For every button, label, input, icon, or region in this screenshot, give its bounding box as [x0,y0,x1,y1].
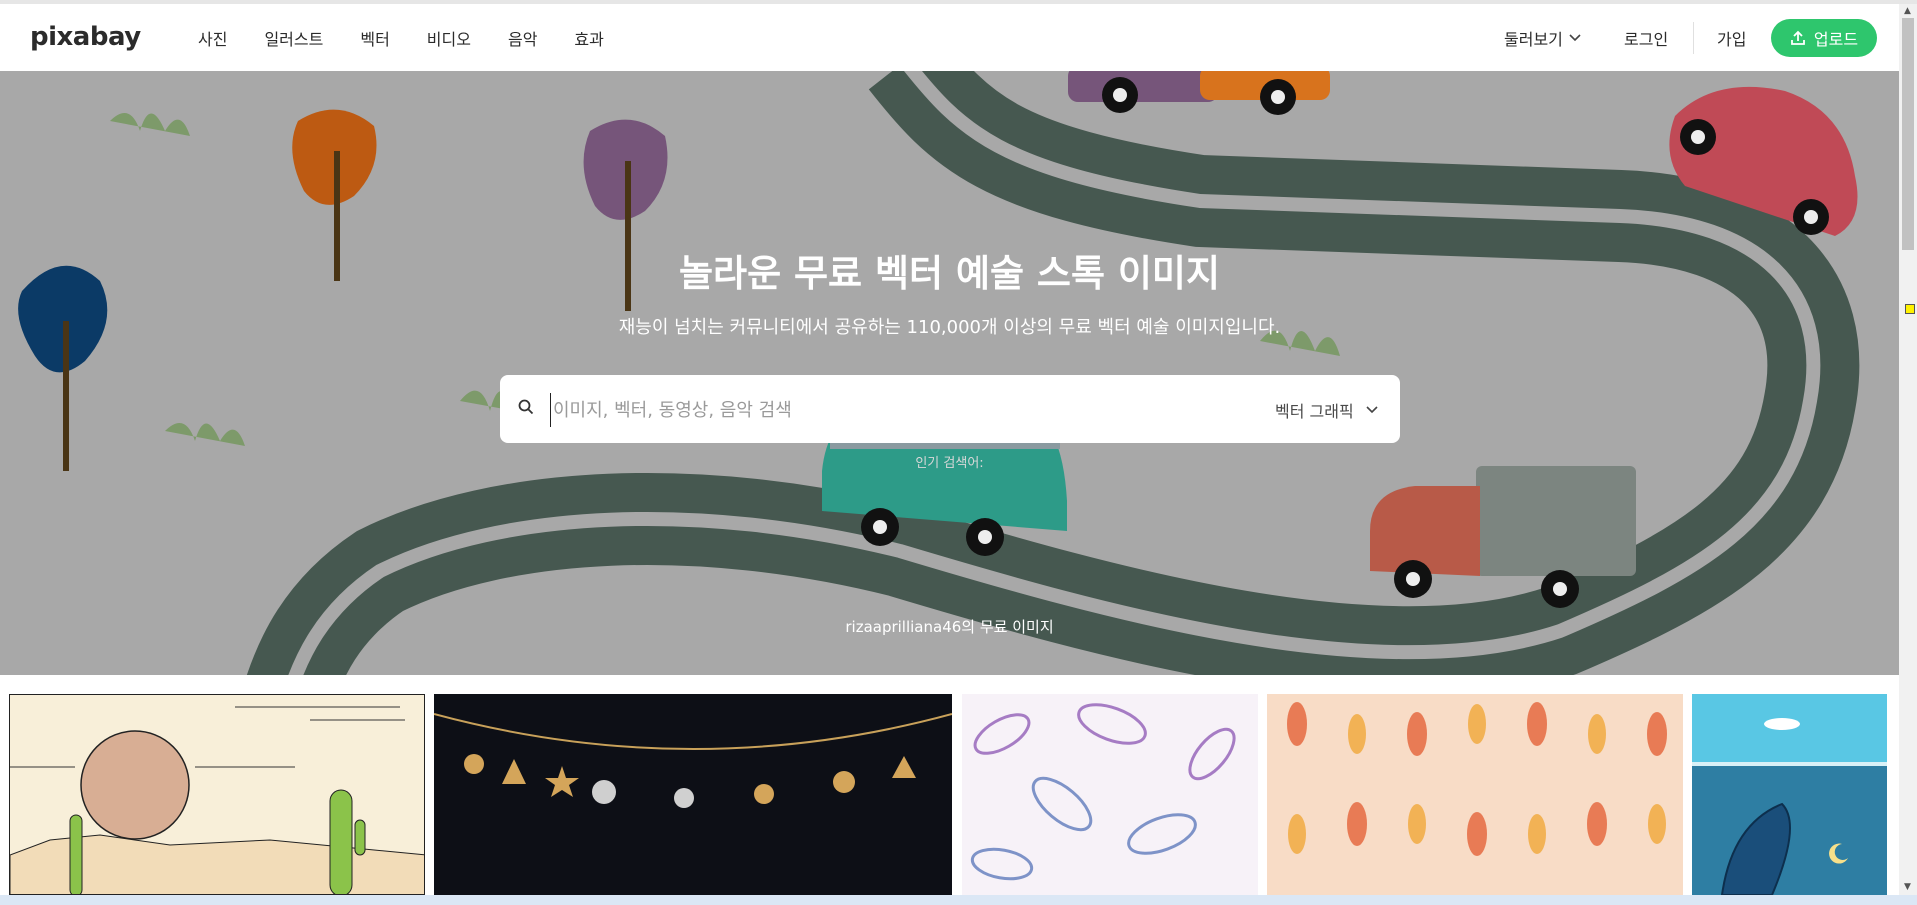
scroll-down-arrow[interactable]: ▼ [1904,882,1911,892]
nav-sound-effects[interactable]: 효과 [574,26,603,50]
main-nav: 사진 일러스트 벡터 비디오 음악 효과 [198,26,641,50]
scroll-marker [1905,304,1915,314]
bottom-strip [0,895,1917,905]
explore-label: 둘러보기 [1504,30,1563,49]
site-header: pixabay 사진 일러스트 벡터 비디오 음악 효과 둘러보기 로그인 가입… [0,4,1899,71]
thumbnail-christmas-garland[interactable] [434,694,952,895]
hero-subtitle: 재능이 넘치는 커뮤니티에서 공유하는 110,000개 이상의 무료 벡터 예… [618,317,1281,338]
hero-title: 놀라운 무료 벡터 예술 스톡 이미지 [679,252,1220,295]
autumn-leaves-pattern [1287,702,1667,856]
scroll-up-arrow[interactable]: ▲ [1904,6,1911,16]
nav-illustrations[interactable]: 일러스트 [264,26,323,50]
join-link[interactable]: 가입 [1717,26,1746,50]
search-icon[interactable] [518,399,534,415]
hero-banner: 놀라운 무료 벡터 예술 스톡 이미지 재능이 넘치는 커뮤니티에서 공유하는 … [0,71,1899,675]
garland-illustration [434,713,952,808]
media-type-label: 벡터 그래픽 [1275,402,1354,421]
desert-illustration [10,706,424,894]
pixabay-logo[interactable]: pixabay [30,22,141,52]
leaf-pattern [970,703,1236,881]
search-input[interactable] [550,393,1175,427]
login-link[interactable]: 로그인 [1624,26,1668,50]
nav-music[interactable]: 음악 [508,26,537,50]
bush-1 [110,113,190,136]
upload-icon [1791,30,1805,45]
ocean-illustration [1692,694,1887,895]
page-scrollbar[interactable]: ▲ ▼ [1899,4,1917,895]
thumbnail-desert[interactable] [9,694,425,895]
nav-photos[interactable]: 사진 [198,26,227,50]
popular-searches-label: 인기 검색어: [915,456,984,471]
image-credit[interactable]: rizaaprilliana46의 무료 이미지 [0,616,1899,637]
chevron-down-icon [1569,34,1581,42]
upload-button[interactable]: 업로드 [1771,19,1877,57]
chevron-down-icon [1366,406,1378,414]
thumbnail-ocean-fishing[interactable] [1692,694,1887,895]
header-divider [1693,22,1694,54]
nav-videos[interactable]: 비디오 [427,26,471,50]
scrollbar-thumb[interactable] [1902,18,1914,250]
thumbnail-autumn-leaves[interactable] [1267,694,1683,895]
thumbnail-leaf-pattern[interactable] [962,694,1258,895]
image-grid [0,675,1899,895]
search-bar: 벡터 그래픽 [500,375,1400,443]
upload-label: 업로드 [1813,30,1859,49]
nav-vectors[interactable]: 벡터 [360,26,389,50]
explore-menu[interactable]: 둘러보기 [1504,26,1581,50]
hero-illustration [18,71,1860,675]
media-type-select[interactable]: 벡터 그래픽 [1275,398,1378,422]
